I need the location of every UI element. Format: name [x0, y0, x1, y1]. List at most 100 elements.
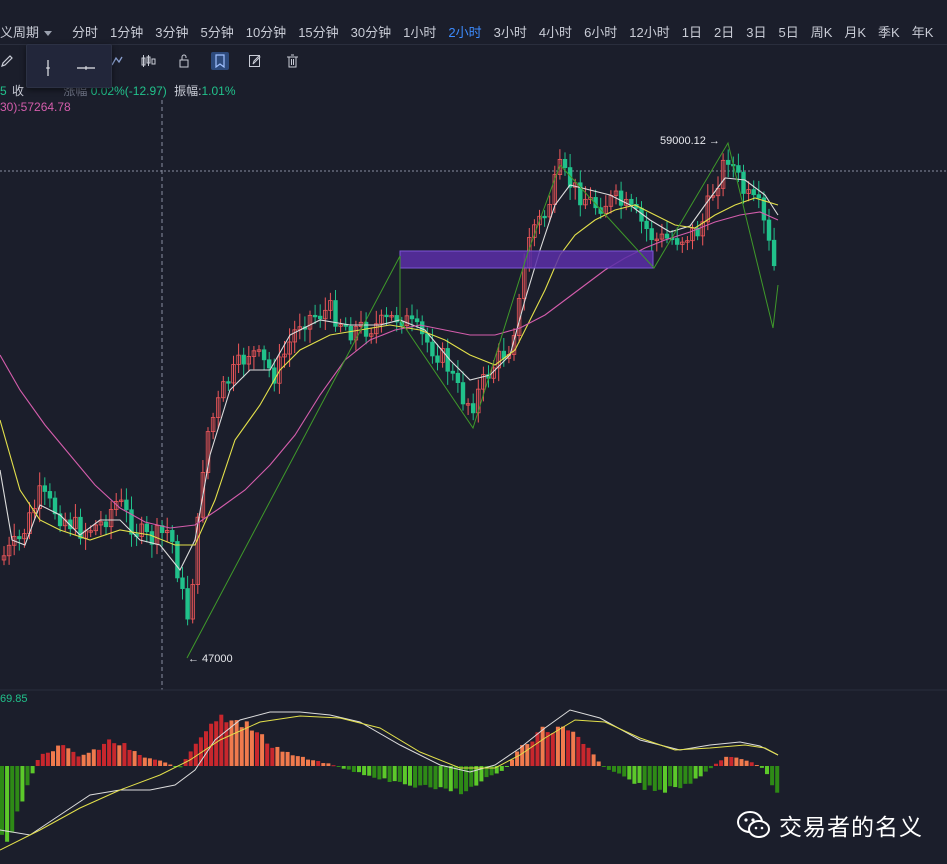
candle-body — [445, 348, 450, 372]
macd-bar — [147, 758, 152, 766]
macd-bar — [30, 766, 35, 774]
macd-bar — [178, 766, 183, 768]
macd-bar — [132, 751, 137, 766]
macd-bar — [351, 766, 356, 772]
macd-bar — [540, 726, 545, 766]
macd-bar — [601, 766, 606, 767]
macd-value: 69.85 — [0, 693, 28, 705]
candle-body — [470, 403, 476, 414]
macd-bar — [555, 726, 560, 766]
horizontal-line-icon[interactable] — [75, 57, 97, 79]
macd-bar — [606, 766, 611, 770]
macd-bar — [76, 756, 81, 766]
price-range-rectangle[interactable] — [399, 250, 654, 269]
macd-bar — [290, 755, 295, 766]
candle-body — [317, 315, 323, 320]
price-chart[interactable]: 59000.12 → ← 47000 — [0, 0, 947, 864]
macd-bar — [744, 760, 749, 766]
candle-body — [618, 190, 624, 206]
macd-bar — [474, 766, 479, 786]
macd-bar — [489, 766, 494, 776]
macd-bar — [275, 746, 280, 766]
macd-bar — [71, 751, 76, 766]
macd-bar — [576, 736, 581, 766]
macd-bar — [255, 732, 259, 766]
macd-bar — [581, 743, 586, 766]
macd-bar — [81, 754, 86, 766]
macd-bar — [321, 763, 326, 766]
macd-bar — [433, 766, 438, 790]
macd-bar — [612, 766, 616, 772]
candle-body — [726, 159, 731, 165]
macd-bar — [336, 766, 341, 767]
macd-bar — [642, 766, 647, 790]
macd-bar — [448, 766, 453, 792]
macd-bar — [739, 759, 744, 766]
macd-bar — [632, 766, 637, 784]
macd-bar — [423, 766, 428, 785]
macd-bar — [550, 733, 555, 766]
candle-body — [766, 219, 772, 241]
macd-bar — [510, 759, 514, 766]
macd-bar — [86, 752, 91, 766]
macd-bar — [397, 766, 402, 782]
macd-bar — [51, 751, 55, 766]
macd-bar — [657, 766, 662, 790]
candle-body — [562, 158, 568, 169]
line-tool-popover — [26, 44, 112, 88]
candle-body — [414, 318, 420, 323]
macd-bar — [367, 766, 372, 776]
macd-bar — [341, 766, 346, 769]
macd-bar — [683, 766, 688, 784]
macd-bar — [438, 766, 443, 788]
macd-bar — [306, 759, 310, 766]
macd-bar — [107, 739, 112, 766]
macd-bar — [168, 764, 173, 766]
macd-bar — [402, 766, 407, 785]
macd-bar — [622, 766, 627, 777]
macd-bar — [535, 732, 540, 766]
macd-bar — [300, 756, 305, 766]
candle-body — [144, 523, 149, 533]
macd-bar — [469, 766, 474, 787]
macd-bar — [617, 766, 622, 774]
candle-body — [409, 315, 415, 320]
macd-bar — [234, 720, 239, 766]
macd-bar — [749, 762, 754, 766]
macd-bar — [357, 766, 361, 773]
macd-bar — [754, 765, 759, 767]
macd-bar — [504, 766, 509, 767]
vertical-line-icon[interactable] — [37, 57, 59, 79]
macd-bar — [770, 766, 775, 786]
macd-bar — [10, 766, 15, 833]
candle-body — [261, 349, 267, 361]
macd-bar — [673, 766, 678, 788]
macd-bar — [311, 760, 316, 766]
macd-bar — [586, 747, 591, 766]
macd-bar — [377, 766, 382, 780]
macd-bar — [520, 745, 525, 766]
macd-bar — [40, 753, 45, 766]
macd-bar — [56, 745, 61, 766]
candlesticks — [1, 149, 777, 626]
macd-bar — [331, 765, 336, 767]
macd-bar — [61, 745, 66, 766]
macd-bar — [112, 743, 117, 766]
macd-bar — [239, 727, 244, 766]
macd-bar — [719, 760, 724, 766]
macd-bar — [464, 766, 469, 792]
macd-bar — [652, 766, 657, 791]
macd-bar — [280, 751, 285, 766]
macd-bar — [765, 766, 769, 775]
macd-bar — [428, 766, 433, 788]
macd-bar — [775, 766, 780, 793]
macd-bar — [158, 760, 163, 766]
macd-bar — [724, 756, 729, 766]
macd-bar — [596, 761, 601, 766]
candle-body — [42, 485, 47, 492]
macd-bar — [102, 743, 106, 766]
macd-bar — [20, 766, 25, 802]
zigzag-path — [186, 141, 779, 659]
watermark-text: 交易者的名义 — [779, 814, 923, 840]
candle-body — [629, 198, 634, 205]
